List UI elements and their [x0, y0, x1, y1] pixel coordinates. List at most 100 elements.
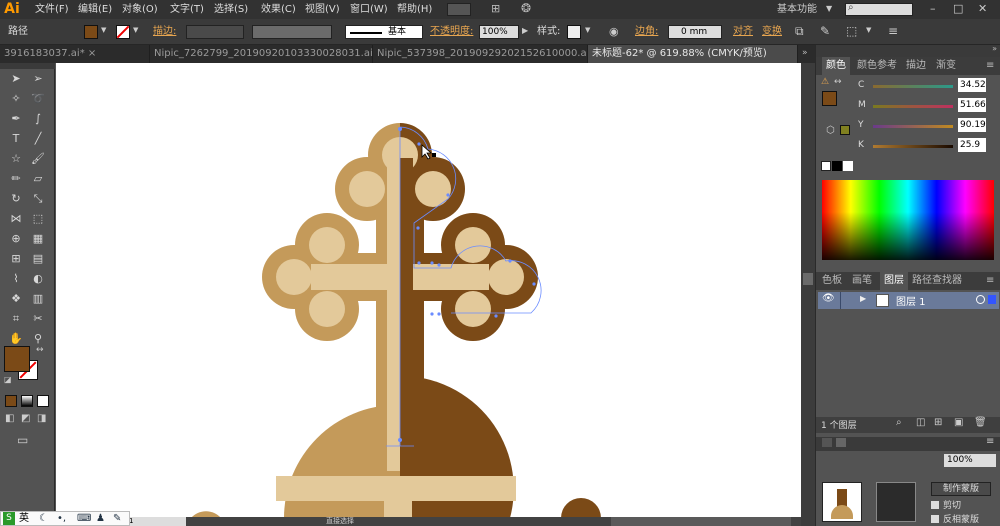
invert-mask-checkbox[interactable]	[931, 515, 939, 523]
chevron-down-icon[interactable]: ▼	[101, 26, 106, 34]
magic-wand-tool-icon[interactable]: ✧	[8, 91, 24, 107]
tab-color[interactable]: 颜色	[822, 57, 850, 75]
close-icon[interactable]: ✕	[978, 2, 987, 15]
swap-icon[interactable]: ↔	[834, 77, 842, 87]
warning-icon[interactable]: ⚠	[821, 77, 829, 87]
none-swatch[interactable]	[821, 161, 831, 171]
eraser-tool-icon[interactable]: ▱	[30, 171, 46, 187]
stroke-swatch[interactable]	[116, 25, 130, 39]
graph-tool-icon[interactable]: ▥	[30, 291, 46, 307]
ime-settings-icon[interactable]: ✎	[113, 512, 121, 525]
artboard-tool-icon[interactable]: ⌗	[8, 311, 24, 327]
ime-keyboard-icon[interactable]: ⌨	[77, 512, 91, 525]
artwork-thumbnail[interactable]	[822, 482, 862, 522]
screen-mode-icon[interactable]: ▭	[17, 433, 28, 447]
none-mode-icon[interactable]	[37, 395, 49, 407]
tab-overflow-icon[interactable]: »	[802, 48, 808, 58]
fill-swatch[interactable]	[84, 25, 98, 39]
panel-tab-icon[interactable]	[822, 438, 832, 447]
free-transform-tool-icon[interactable]: ⬚	[30, 211, 46, 227]
stroke-weight-field[interactable]	[186, 25, 244, 39]
blend-tool-icon[interactable]: ◐	[30, 271, 46, 287]
chevron-down-icon[interactable]: ▼	[866, 26, 871, 34]
color-mode-icon[interactable]	[5, 395, 17, 407]
line-tool-icon[interactable]: ╱	[30, 131, 46, 147]
stroke-label[interactable]: 描边:	[153, 19, 176, 45]
menu-effect[interactable]: 效果(C)	[261, 0, 296, 19]
menu-file[interactable]: 文件(F)	[35, 0, 69, 19]
tab-doc-2[interactable]: Nipic_7262799_20190920103330028031.ai* ×	[150, 45, 373, 63]
zoom-field[interactable]: 1	[126, 517, 186, 526]
direct-selection-tool-icon[interactable]: ➢	[30, 71, 46, 87]
panel-menu-icon[interactable]: ≡	[986, 57, 994, 75]
panel-menu-icon[interactable]: ≡	[986, 272, 994, 290]
clip-checkbox[interactable]	[931, 501, 939, 509]
expand-arrow-icon[interactable]: ▶	[860, 294, 866, 303]
make-mask-button[interactable]: 制作蒙版	[931, 482, 991, 496]
ime-language[interactable]: 英	[19, 512, 29, 525]
lasso-tool-icon[interactable]: ➰	[30, 91, 46, 107]
draw-inside-icon[interactable]: ◨	[37, 413, 46, 424]
menu-object[interactable]: 对象(O)	[122, 0, 158, 19]
align-link[interactable]: 对齐	[733, 19, 753, 45]
tab-doc-1[interactable]: 3916183037.ai* ×	[0, 45, 150, 63]
new-layer-icon[interactable]: ▣	[954, 417, 963, 428]
search-input[interactable]: ⌕	[845, 2, 913, 16]
type-tool-icon[interactable]: T	[8, 131, 24, 147]
menu-help[interactable]: 帮助(H)	[397, 0, 432, 19]
gamut-swatch[interactable]	[840, 125, 850, 135]
color-spectrum[interactable]	[822, 180, 994, 260]
arrange-icon[interactable]: ⊞	[491, 2, 500, 15]
cube-icon[interactable]: ⬡	[826, 125, 835, 136]
paintbrush-tool-icon[interactable]: 🖌	[30, 151, 46, 167]
horizontal-scrollbar[interactable]	[611, 517, 791, 526]
transparency-opacity-field[interactable]: 100%	[944, 454, 996, 467]
menu-type[interactable]: 文字(T)	[170, 0, 204, 19]
shape-builder-tool-icon[interactable]: ⊕	[8, 231, 24, 247]
corner-label[interactable]: 边角:	[635, 19, 658, 45]
panel-tab-icon[interactable]	[836, 438, 846, 447]
variable-width-profile[interactable]	[252, 25, 332, 39]
panel-menu-icon[interactable]: ≡	[888, 24, 898, 38]
tab-stroke[interactable]: 描边	[906, 57, 926, 75]
gradient-mode-icon[interactable]	[21, 395, 33, 407]
brush-definition[interactable]: 基本	[345, 25, 423, 39]
panel-fill-swatch[interactable]	[822, 91, 837, 106]
corner-field[interactable]: 0 mm	[668, 25, 722, 39]
tab-swatches[interactable]: 色板	[822, 272, 842, 290]
ime-skin-icon[interactable]: ♟	[96, 512, 105, 525]
channel-k-slider[interactable]	[873, 145, 953, 148]
collapse-icon[interactable]: »	[992, 44, 997, 53]
draw-behind-icon[interactable]: ◩	[21, 413, 30, 424]
ime-moon-icon[interactable]: ☾	[39, 512, 48, 525]
channel-k-value[interactable]: 25.9	[958, 138, 986, 152]
pencil-tool-icon[interactable]: ✏	[8, 171, 24, 187]
eyedropper-tool-icon[interactable]: ⌇	[8, 271, 24, 287]
draw-normal-icon[interactable]: ◧	[5, 413, 14, 424]
channel-y-value[interactable]: 90.19	[958, 118, 986, 132]
sync-icon[interactable]: ❂	[521, 1, 531, 15]
tab-doc-3[interactable]: Nipic_537398_20190929202152610000.ai* ×	[373, 45, 588, 63]
gradient-tool-icon[interactable]: ▤	[30, 251, 46, 267]
recolor-icon[interactable]: ◉	[609, 25, 619, 38]
new-sublayer-icon[interactable]: ⊞	[934, 417, 942, 428]
perspective-grid-tool-icon[interactable]: ▦	[30, 231, 46, 247]
chevron-right-icon[interactable]: ▶	[522, 26, 528, 35]
maximize-icon[interactable]: □	[953, 2, 963, 15]
transform-link[interactable]: 变换	[762, 19, 782, 45]
mask-thumbnail[interactable]	[876, 482, 916, 522]
artboard-canvas[interactable]	[56, 63, 801, 518]
channel-m-value[interactable]: 51.66	[958, 98, 986, 112]
fill-color-box[interactable]	[4, 346, 30, 372]
eye-icon[interactable]: 👁	[822, 293, 835, 304]
tab-gradient[interactable]: 渐变	[936, 57, 956, 75]
chevron-down-icon[interactable]: ▼	[133, 26, 138, 34]
default-colors-icon[interactable]: ◪	[4, 375, 12, 384]
menu-select[interactable]: 选择(S)	[214, 0, 248, 19]
layer-row[interactable]: 👁 ▶ 图层 1	[818, 292, 999, 309]
tab-brushes[interactable]: 画笔	[852, 272, 872, 290]
opacity-label[interactable]: 不透明度:	[430, 19, 473, 45]
chevron-down-icon[interactable]: ▼	[585, 26, 590, 34]
minimize-icon[interactable]: –	[930, 2, 936, 15]
hand-tool-icon[interactable]: ✋	[8, 331, 24, 347]
